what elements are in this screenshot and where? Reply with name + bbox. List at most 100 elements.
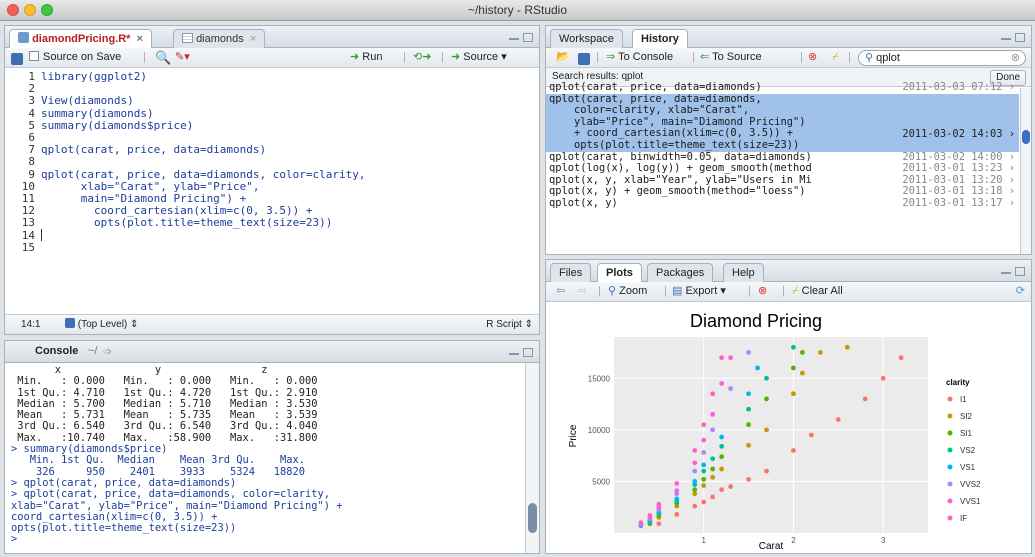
history-command: qplot(x, y) + geom_smooth(method="loess"…	[549, 185, 806, 198]
magic-wand-icon[interactable]: ✎▾	[175, 48, 190, 67]
to-source-button[interactable]: ⇐ To Source	[700, 48, 762, 67]
console-output[interactable]: x y z Min. : 0.000 Min. : 0.000 Min. : 0…	[5, 363, 525, 553]
save-icon[interactable]	[11, 48, 23, 67]
tab-workspace[interactable]: Workspace	[550, 29, 623, 48]
code-line[interactable]: library(ggplot2)	[41, 70, 366, 83]
close-window-button[interactable]	[7, 4, 19, 16]
data-point	[692, 479, 698, 484]
save-icon[interactable]	[578, 48, 590, 67]
data-point	[835, 417, 841, 422]
data-point	[719, 443, 725, 449]
r-file-icon	[18, 32, 29, 43]
code-line[interactable]: qplot(carat, price, data=diamonds)	[41, 144, 366, 156]
broom-icon[interactable]: ⌿	[832, 48, 839, 67]
export-button[interactable]: ▤ Export ▾	[672, 282, 726, 301]
minimize-window-button[interactable]	[24, 4, 36, 16]
title-bar: ~/history - RStudio	[0, 0, 1035, 21]
data-point	[656, 501, 662, 507]
minimize-pane-icon[interactable]	[1001, 38, 1011, 40]
close-tab-icon[interactable]: ×	[250, 33, 256, 45]
go-to-directory-icon[interactable]: ➩	[103, 345, 112, 358]
clear-all-button[interactable]: ⌿ Clear All	[792, 282, 843, 301]
code-editor[interactable]: 1 2 3 4 5 6 7 8 9 10 11 12 13 14 15 library(ggplot2) V…	[5, 69, 539, 312]
data-point	[719, 454, 725, 460]
text-cursor	[41, 229, 42, 241]
scroll-thumb[interactable]	[528, 503, 537, 533]
remove-entries-icon[interactable]: ⊗	[808, 48, 817, 67]
data-point	[764, 468, 769, 474]
legend-label: I1	[960, 395, 967, 404]
clear-search-icon[interactable]: ⊗	[1011, 51, 1020, 65]
minimize-pane-icon[interactable]	[509, 353, 519, 355]
code-line[interactable]: opts(plot.title=theme_text(size=23))	[41, 217, 366, 229]
open-folder-icon[interactable]: 📂	[556, 48, 570, 67]
legend-swatch	[947, 515, 953, 521]
scope-selector[interactable]: (Top Level) ⇕	[65, 315, 138, 334]
console-scrollbar[interactable]	[525, 363, 539, 553]
scroll-thumb[interactable]	[1022, 130, 1030, 144]
x-axis-label: Carat	[759, 541, 784, 552]
data-point	[701, 476, 707, 482]
code-line[interactable]: qplot(carat, price, data=diamonds, color…	[41, 168, 366, 181]
tab-help[interactable]: Help	[723, 263, 764, 282]
code-line[interactable]	[41, 156, 366, 168]
maximize-pane-icon[interactable]	[523, 33, 533, 42]
code-line[interactable]	[41, 230, 366, 242]
remove-plot-icon[interactable]: ⊗	[758, 282, 767, 301]
legend-swatch	[947, 396, 953, 402]
code-line[interactable]: summary(diamonds$price)	[41, 119, 366, 132]
maximize-pane-icon[interactable]	[523, 348, 533, 357]
zoom-window-button[interactable]	[41, 4, 53, 16]
source-label: Source	[463, 51, 499, 63]
refresh-icon[interactable]: ⟳	[1016, 282, 1025, 301]
minimize-pane-icon[interactable]	[509, 38, 519, 40]
rerun-icon[interactable]: ⟲➜	[413, 48, 431, 67]
next-plot-icon[interactable]: ⇨	[578, 282, 587, 301]
maximize-pane-icon[interactable]	[1015, 267, 1025, 276]
history-list: qplot(carat, price, data=diamonds) 2011-0…	[546, 81, 1019, 210]
data-point	[656, 521, 662, 527]
zoom-button[interactable]: ⚲ Zoom	[608, 282, 647, 301]
code-line[interactable]: summary(diamonds)	[41, 107, 366, 120]
history-row[interactable]: qplot(carat, price, data=diamonds, color…	[546, 93, 1019, 152]
search-icon[interactable]: 🔍	[155, 48, 171, 67]
y-tick-label: 10000	[588, 426, 611, 435]
maximize-pane-icon[interactable]	[1015, 33, 1025, 42]
data-point	[791, 365, 796, 371]
legend-label: SI2	[960, 412, 973, 421]
run-button[interactable]: ➜ Run	[350, 48, 382, 67]
tab-plots[interactable]: Plots	[597, 263, 642, 283]
minimize-pane-icon[interactable]	[1001, 272, 1011, 274]
code-line[interactable]: View(diamonds)	[41, 95, 366, 107]
data-point	[701, 499, 707, 505]
legend-swatch	[947, 413, 953, 419]
cursor-position: 14:1	[21, 319, 41, 330]
file-type-selector[interactable]: R Script ⇕	[486, 315, 533, 334]
history-search-input[interactable]: ⚲ qplot ⊗	[858, 50, 1026, 66]
source-on-save-checkbox[interactable]: Source on Save	[29, 48, 121, 67]
close-tab-icon[interactable]: ×	[137, 33, 143, 45]
source-button[interactable]: ➜ Source ▾	[451, 48, 507, 67]
data-point	[710, 456, 716, 462]
data-point	[692, 503, 698, 509]
previous-plot-icon[interactable]: ⇦	[556, 282, 565, 301]
to-source-label: To Source	[712, 51, 762, 63]
history-tabbar: Workspace History	[546, 26, 1031, 49]
tab-diamonds[interactable]: diamonds ×	[173, 29, 266, 48]
to-console-button[interactable]: ⇒ To Console	[606, 48, 673, 67]
code-lines[interactable]: library(ggplot2) View(diamonds) summary(d…	[41, 70, 366, 254]
history-scrollbar[interactable]	[1020, 88, 1031, 254]
toolbar-divider: |	[441, 51, 444, 63]
y-axis-label: Price	[568, 424, 579, 447]
history-row[interactable]: qplot(x, y) 2011-03-01 13:17 ›	[546, 197, 1019, 210]
data-point	[764, 396, 769, 402]
console-line: opts(plot.title=theme_text(size=23))	[11, 522, 237, 535]
toolbar-divider: |	[848, 51, 851, 63]
code-line[interactable]	[41, 242, 366, 254]
clear-all-label: Clear All	[801, 285, 843, 297]
tab-packages[interactable]: Packages	[647, 263, 714, 282]
tab-history[interactable]: History	[632, 29, 688, 49]
legend-swatch	[947, 464, 953, 470]
tab-diamondpricing[interactable]: diamondPricing.R* ×	[9, 29, 152, 49]
tab-files[interactable]: Files	[550, 263, 592, 282]
